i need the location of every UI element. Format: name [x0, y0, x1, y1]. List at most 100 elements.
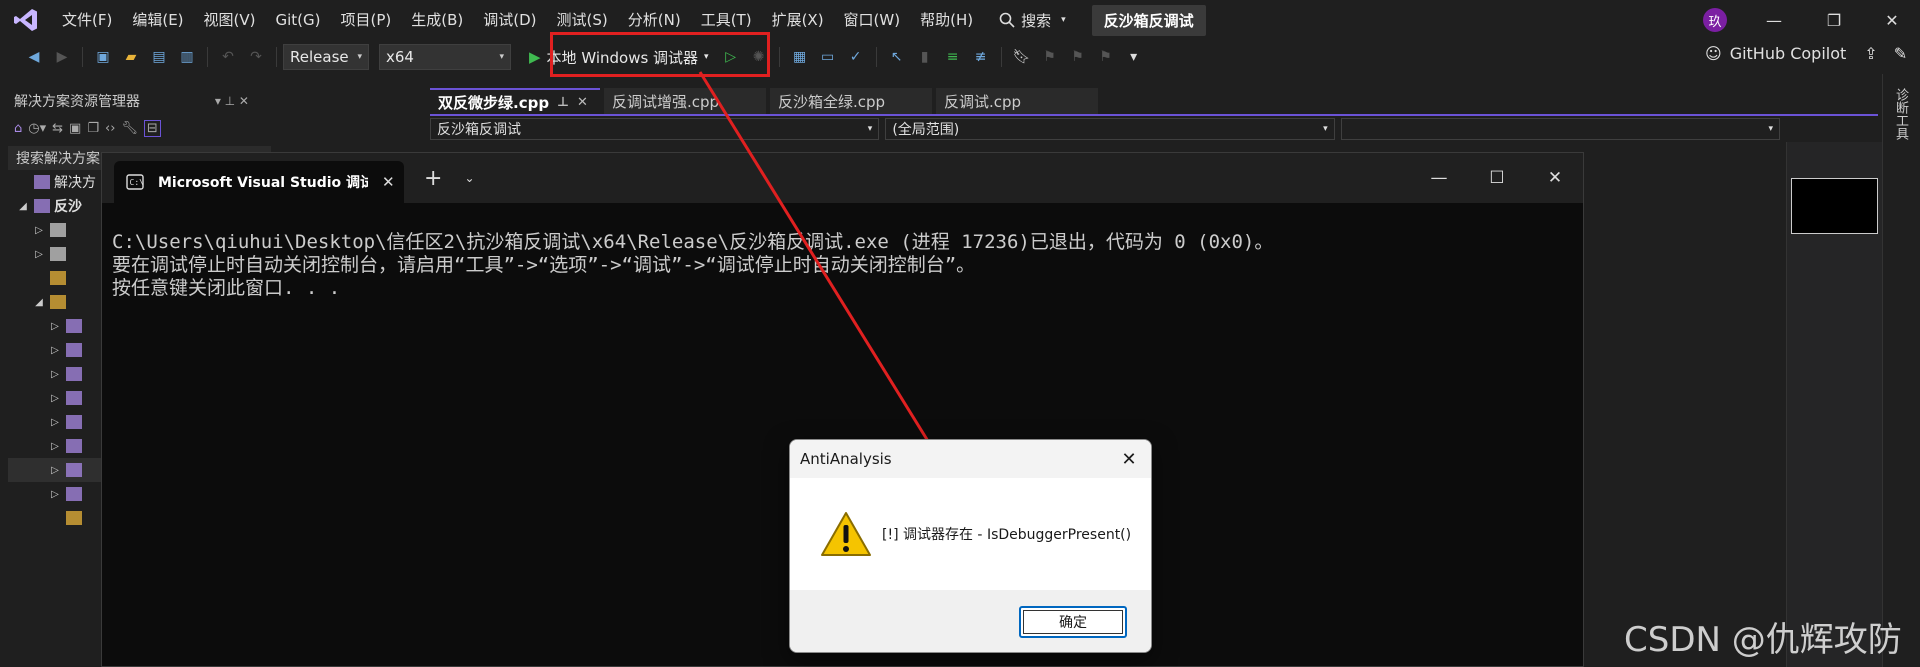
dialog-close-icon[interactable]: ✕: [1117, 449, 1141, 470]
expand-toggle-icon[interactable]: ▷: [32, 225, 46, 236]
menu-item[interactable]: 调试(D): [473, 0, 546, 40]
prev-bookmark-icon[interactable]: ⚑: [1038, 45, 1062, 69]
console-maximize-button[interactable]: ☐: [1468, 153, 1526, 203]
expand-toggle-icon[interactable]: ▷: [48, 393, 62, 404]
toolbar-overflow-icon[interactable]: ▾: [1122, 45, 1146, 69]
minimize-button[interactable]: —: [1746, 0, 1802, 40]
menu-item[interactable]: 窗口(W): [834, 0, 911, 40]
editor-tab[interactable]: 反调试增强.cpp: [604, 88, 766, 114]
properties-icon[interactable]: 🔧︎: [121, 121, 138, 136]
diagnostics-side-panel[interactable]: 诊断工具: [1882, 74, 1920, 667]
forward-icon[interactable]: ▶: [50, 45, 74, 69]
anti-analysis-dialog[interactable]: AntiAnalysis ✕ [!] 调试器存在 - IsDebuggerPre…: [789, 439, 1152, 653]
minimize-icon: —: [1430, 168, 1448, 188]
clear-bookmarks-icon[interactable]: ⚑: [1094, 45, 1118, 69]
menu-item[interactable]: Git(G): [266, 0, 331, 40]
undo-icon[interactable]: ↶: [216, 45, 240, 69]
share-icon[interactable]: ⇪: [1864, 44, 1877, 63]
editor-tab[interactable]: 反调试.cpp: [936, 88, 1098, 114]
github-copilot-button[interactable]: ☺ GitHub Copilot ⇪ ✎: [1705, 44, 1907, 63]
code-minimap[interactable]: [1786, 142, 1882, 667]
ok-button[interactable]: 确定: [1019, 606, 1127, 638]
expand-toggle-icon[interactable]: ▷: [48, 369, 62, 380]
file-icon: [50, 247, 66, 261]
pin-icon[interactable]: ▾ ⊥ ✕: [215, 94, 249, 108]
solution-search-placeholder: 搜索解决方案: [16, 151, 100, 167]
menu-item[interactable]: 文件(F): [52, 0, 122, 40]
console-close-button[interactable]: ✕: [1526, 153, 1584, 203]
menu-item[interactable]: 视图(V): [194, 0, 266, 40]
active-tab-indicator: [430, 114, 1878, 116]
preview-icon[interactable]: ⊟: [143, 119, 161, 137]
editor-tab[interactable]: 反沙箱全绿.cpp: [770, 88, 932, 114]
minimize-icon: —: [1766, 10, 1782, 30]
tree-item-label: 解决方: [54, 175, 96, 191]
menu-item[interactable]: 项目(P): [331, 0, 402, 40]
feedback-icon[interactable]: ✎: [1894, 44, 1907, 63]
avatar[interactable]: 玖: [1703, 8, 1727, 32]
nav-project-value: 反沙箱反调试: [437, 122, 521, 138]
close-tab-icon[interactable]: ✕: [382, 173, 395, 191]
spell-check-icon[interactable]: ✓: [844, 45, 868, 69]
scope-nav-select[interactable]: (全局范围) ▾: [885, 118, 1335, 140]
solution-explorer-title: 解决方案资源管理器: [14, 94, 140, 110]
search-button[interactable]: 搜索 ▾: [999, 10, 1066, 31]
code-icon[interactable]: ‹›: [105, 121, 115, 136]
back-icon[interactable]: ◀: [22, 45, 46, 69]
uncomment-icon[interactable]: ≢: [969, 45, 993, 69]
terminal-icon: C:\: [126, 174, 144, 190]
expand-toggle-icon[interactable]: ◢: [16, 201, 30, 212]
editor-tab[interactable]: 双反微步绿.cpp ⊥ ✕: [430, 88, 600, 114]
chevron-down-icon: ▾: [499, 52, 504, 62]
show-all-icon[interactable]: ❐: [87, 121, 99, 136]
expand-toggle-icon[interactable]: ▷: [48, 321, 62, 332]
home-icon[interactable]: ⌂: [14, 121, 22, 136]
restore-button[interactable]: ❐: [1806, 0, 1862, 40]
open-folder-icon[interactable]: ▰: [119, 45, 143, 69]
console-tab[interactable]: C:\ Microsoft Visual Studio 调试控制台 ✕: [114, 161, 404, 203]
expand-toggle-icon[interactable]: ▷: [48, 345, 62, 356]
menu-item[interactable]: 扩展(X): [762, 0, 834, 40]
new-project-icon[interactable]: ▣: [91, 45, 115, 69]
solution-explorer-toolbar: ⌂ ◷▾ ⇆ ▣ ❐ ‹› 🔧︎ ⊟: [8, 114, 271, 142]
chevron-down-icon[interactable]: ⌄: [464, 171, 474, 185]
close-tab-icon[interactable]: ✕: [577, 95, 588, 110]
console-minimize-button[interactable]: —: [1410, 153, 1468, 203]
menu-item[interactable]: 编辑(E): [122, 0, 193, 40]
minimap-viewport[interactable]: [1791, 178, 1878, 234]
expand-toggle-icon[interactable]: ▷: [48, 465, 62, 476]
redo-icon[interactable]: ↷: [244, 45, 268, 69]
chevron-down-icon: ▾: [1061, 15, 1066, 25]
save-all-icon[interactable]: ▥: [175, 45, 199, 69]
platform-select[interactable]: x64 ▾: [379, 44, 511, 70]
bookmark-icon[interactable]: 🔖︎: [1010, 45, 1034, 69]
comment-icon[interactable]: ≡: [941, 45, 965, 69]
configuration-select[interactable]: Release ▾: [283, 44, 369, 70]
menu-item[interactable]: 帮助(H): [910, 0, 983, 40]
format-icon[interactable]: ▮: [913, 45, 937, 69]
collapse-icon[interactable]: ▣: [69, 121, 81, 136]
window-layout-icon[interactable]: ▭: [816, 45, 840, 69]
browse-icon[interactable]: ▦: [788, 45, 812, 69]
expand-toggle-icon[interactable]: ▷: [32, 249, 46, 260]
pin-tab-icon[interactable]: ⊥: [557, 95, 569, 110]
next-bookmark-icon[interactable]: ⚑: [1066, 45, 1090, 69]
sync-icon[interactable]: ⇆: [52, 121, 63, 136]
chevron-down-icon: ▾: [867, 124, 873, 134]
member-nav-select[interactable]: ▾: [1340, 118, 1780, 140]
expand-toggle-icon[interactable]: ◢: [32, 297, 46, 308]
new-tab-icon[interactable]: +: [424, 166, 442, 191]
expand-toggle-icon[interactable]: ▷: [48, 417, 62, 428]
expand-toggle-icon[interactable]: ▷: [48, 489, 62, 500]
separator: [875, 47, 877, 67]
project-nav-select[interactable]: 反沙箱反调试 ▾: [430, 118, 880, 140]
close-button[interactable]: ✕: [1864, 0, 1920, 40]
menu-item[interactable]: 生成(B): [401, 0, 473, 40]
save-icon[interactable]: ▤: [147, 45, 171, 69]
history-icon[interactable]: ◷▾: [28, 121, 46, 136]
select-icon[interactable]: ↖: [885, 45, 909, 69]
visual-studio-logo-icon: [0, 0, 52, 40]
expand-toggle-icon[interactable]: ▷: [48, 441, 62, 452]
separator: [207, 47, 208, 67]
file-icon: [50, 223, 66, 237]
